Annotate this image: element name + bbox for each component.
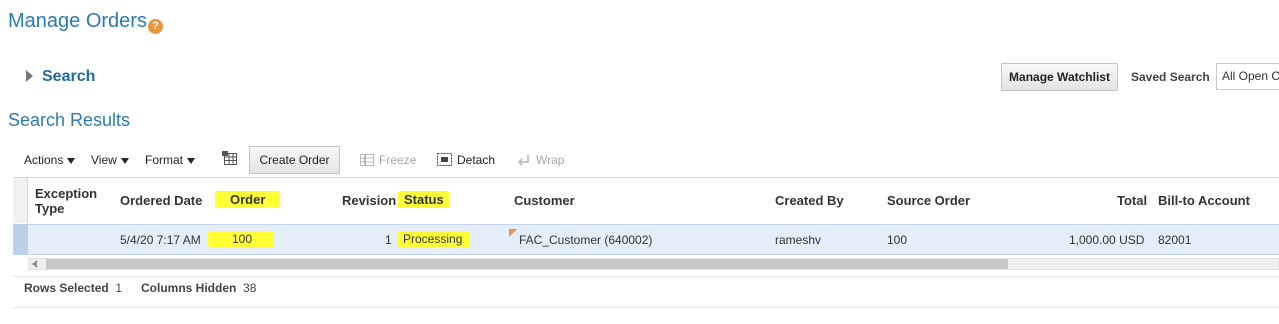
chevron-down-icon <box>67 158 76 164</box>
scroll-left-arrow-icon[interactable] <box>32 260 37 268</box>
cell-ordered-date: 5/4/20 7:17 AM <box>120 233 201 247</box>
cell-total-amount: 1,000.00 <box>1069 233 1116 247</box>
flag-icon <box>509 229 517 237</box>
chevron-down-icon <box>120 158 129 164</box>
rows-selected-status: Rows Selected 1 <box>24 281 122 295</box>
help-icon[interactable]: ? <box>147 19 163 34</box>
row-selector[interactable] <box>13 224 28 255</box>
cell-created-by: rameshv <box>775 233 822 247</box>
search-results-title: Search Results <box>8 110 131 130</box>
cell-order-link[interactable]: 100 <box>208 231 275 247</box>
column-header-total[interactable]: Total <box>1117 193 1147 208</box>
cell-customer: FAC_Customer (640002) <box>519 233 653 247</box>
cell-status-text: Processing <box>398 231 471 247</box>
horizontal-scrollbar-thumb[interactable] <box>46 259 1008 269</box>
search-section-toggle[interactable]: Search <box>26 68 95 86</box>
column-header-bill-to-account[interactable]: Bill-to Account <box>1158 193 1250 208</box>
column-header-created-by[interactable]: Created By <box>775 193 844 208</box>
cell-revision: 1 <box>385 233 392 247</box>
column-header-source-order[interactable]: Source Order <box>887 193 970 208</box>
freeze-button[interactable]: Freeze <box>360 153 416 167</box>
detach-label: Detach <box>457 153 496 167</box>
view-menu-label: View <box>91 153 117 167</box>
query-by-example-icon[interactable] <box>222 151 239 168</box>
cell-source-order: 100 <box>887 233 908 247</box>
wrap-label: Wrap <box>536 153 565 167</box>
rows-selected-value: 1 <box>115 281 123 295</box>
detach-icon <box>437 153 452 166</box>
column-header-exception-type-line2: Type <box>35 201 65 216</box>
columns-hidden-label: Columns Hidden <box>141 281 237 295</box>
cell-bill-to-account: 82001 <box>1158 233 1192 247</box>
actions-menu[interactable]: Actions <box>24 153 76 167</box>
wrap-icon <box>517 154 531 166</box>
format-menu-label: Format <box>145 153 184 167</box>
column-header-exception-type[interactable]: Exception Type <box>35 186 97 216</box>
expand-triangle-icon[interactable] <box>26 70 33 82</box>
column-header-ordered-date[interactable]: Ordered Date <box>120 193 202 208</box>
column-header-status[interactable]: Status <box>398 191 450 208</box>
create-order-button[interactable]: Create Order <box>249 146 340 174</box>
column-header-order[interactable]: Order <box>215 191 281 208</box>
page-title-text: Manage Orders <box>8 10 147 32</box>
freeze-label: Freeze <box>379 153 417 167</box>
format-menu[interactable]: Format <box>145 153 196 167</box>
cell-status: Processing <box>398 231 471 247</box>
table-header <box>13 178 1279 223</box>
search-toggle-label: Search <box>42 68 96 85</box>
detach-button[interactable]: Detach <box>437 153 495 167</box>
saved-search-label: Saved Search <box>1131 70 1210 84</box>
footer-divider <box>13 276 1279 277</box>
row-selector-header <box>13 178 28 223</box>
view-menu[interactable]: View <box>91 153 129 167</box>
wrap-button[interactable]: Wrap <box>517 153 564 167</box>
cell-total-currency: USD <box>1119 233 1145 247</box>
chevron-down-icon <box>187 158 196 164</box>
column-header-order-label: Order <box>215 191 281 208</box>
freeze-icon <box>360 154 374 166</box>
column-header-customer[interactable]: Customer <box>514 193 575 208</box>
column-header-exception-type-line1: Exception <box>35 186 98 201</box>
cell-order[interactable]: 100 <box>208 231 275 247</box>
rows-selected-label: Rows Selected <box>24 281 109 295</box>
footer-bottom-border <box>13 307 1279 308</box>
columns-hidden-value: 38 <box>243 281 257 295</box>
column-header-status-label: Status <box>398 191 450 208</box>
column-header-revision[interactable]: Revision <box>342 193 396 208</box>
actions-menu-label: Actions <box>24 153 64 167</box>
page-title: Manage Orders? <box>8 10 163 34</box>
saved-search-select[interactable]: All Open Orders <box>1216 63 1279 90</box>
columns-hidden-status: Columns Hidden 38 <box>141 281 256 295</box>
manage-watchlist-button[interactable]: Manage Watchlist <box>1001 63 1118 91</box>
cell-total: 1,000.00 USD <box>1069 233 1144 247</box>
